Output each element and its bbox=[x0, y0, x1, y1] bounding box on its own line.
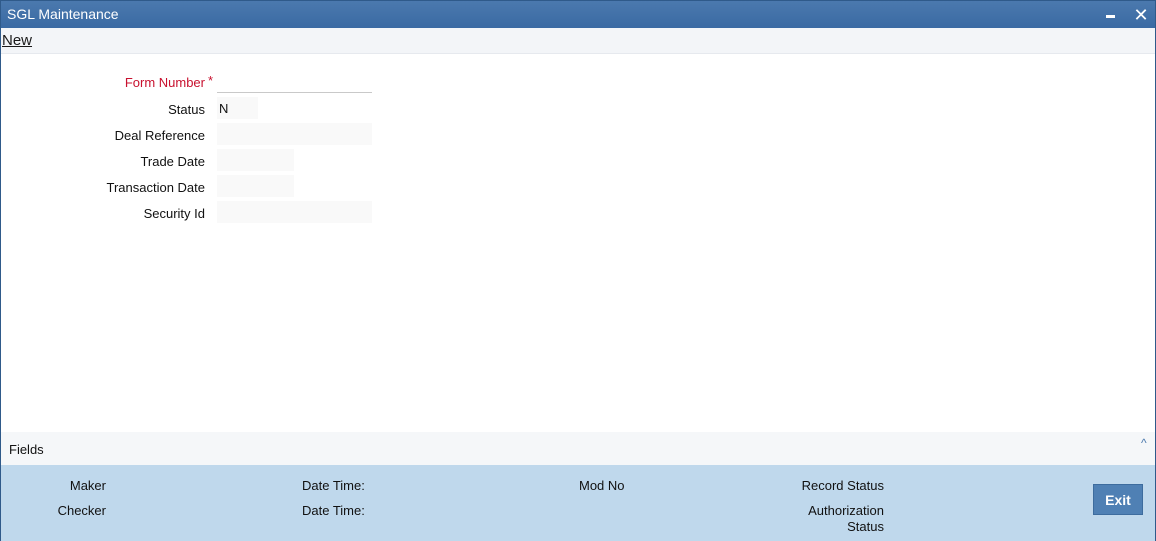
trade-date-field[interactable] bbox=[217, 149, 294, 171]
title-bar: SGL Maintenance ✕ bbox=[1, 1, 1155, 28]
maker-date-time-label: Date Time: bbox=[302, 478, 365, 493]
window-title: SGL Maintenance bbox=[7, 6, 119, 22]
checker-date-time-label: Date Time: bbox=[302, 503, 365, 518]
toolbar: New bbox=[1, 28, 1155, 54]
fields-bar[interactable]: Fields ^ bbox=[1, 432, 1155, 465]
sgl-form: Form Number * Status Deal Reference Trad… bbox=[1, 55, 1155, 432]
deal-reference-label: Deal Reference bbox=[114, 128, 205, 143]
audit-footer: Maker Checker Date Time: Date Time: Mod … bbox=[1, 465, 1155, 541]
record-status-label: Record Status bbox=[801, 478, 884, 493]
sgl-maintenance-window: SGL Maintenance ✕ New Form Number * Stat… bbox=[0, 0, 1156, 541]
chevron-up-icon[interactable]: ^ bbox=[1141, 436, 1147, 450]
authorization-status-label-line2: Status bbox=[847, 519, 884, 534]
status-field[interactable] bbox=[217, 97, 258, 119]
required-marker: * bbox=[208, 73, 214, 88]
exit-button[interactable]: Exit bbox=[1093, 484, 1143, 515]
fields-label: Fields bbox=[9, 442, 44, 457]
deal-reference-field[interactable] bbox=[217, 123, 372, 145]
checker-label: Checker bbox=[57, 503, 106, 518]
form-number-field[interactable] bbox=[217, 71, 372, 93]
transaction-date-field[interactable] bbox=[217, 175, 294, 197]
status-label: Status bbox=[168, 102, 205, 117]
trade-date-label: Trade Date bbox=[140, 154, 205, 169]
maker-label: Maker bbox=[69, 478, 106, 493]
mod-no-label: Mod No bbox=[579, 478, 625, 493]
form-number-label: Form Number bbox=[124, 75, 205, 90]
close-icon[interactable]: ✕ bbox=[1131, 5, 1151, 25]
minimize-icon[interactable] bbox=[1101, 5, 1121, 25]
new-button[interactable]: New bbox=[2, 32, 32, 49]
authorization-status-label-line1: Authorization bbox=[808, 503, 884, 518]
transaction-date-label: Transaction Date bbox=[106, 180, 205, 195]
security-id-label: Security Id bbox=[143, 206, 205, 221]
security-id-field[interactable] bbox=[217, 201, 372, 223]
